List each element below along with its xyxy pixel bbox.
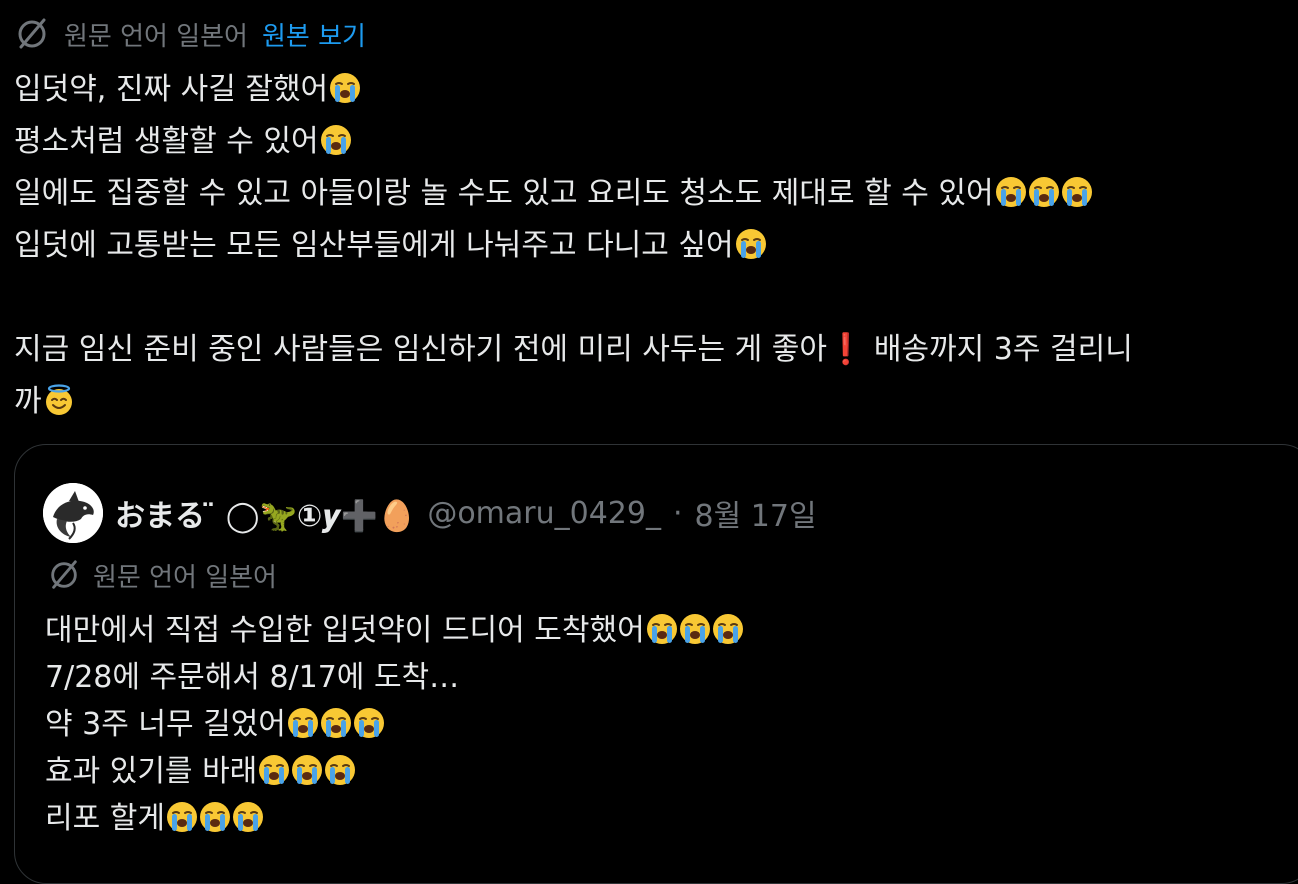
avatar[interactable]: [43, 483, 103, 543]
quoted-translation-label: 원문 언어 일본어: [93, 562, 277, 593]
loudly-crying-face-icon: [330, 73, 361, 103]
quoted-post-line-text: 7/28에 주문해서 8/17에 도착…: [45, 660, 460, 695]
loudly-crying-face-icon: [1061, 177, 1092, 207]
post-line-text: 입덧에 고통받는 모든 임산부들에게 나눠주고 다니고 싶어: [14, 228, 734, 263]
quoted-post[interactable]: おまる ̈ ◯🦖①𝒚➕🥚 @omaru_0429_ · 8월 17일 원문 언어…: [14, 444, 1298, 884]
dolphin-avatar-icon: [43, 483, 103, 543]
post-line-text: 입덧약, 진짜 사길 잘했어: [14, 72, 329, 107]
post-line-text: 지금 임신 준비 중인 사람들은 임신하기 전에 미리 사두는 게 좋아❗️ 배…: [14, 332, 1133, 367]
loudly-crying-face-icon: [292, 755, 323, 785]
loudly-crying-face-icon: [712, 614, 743, 644]
loudly-crying-face-icon: [1028, 177, 1059, 207]
translate-globe-icon: [51, 560, 77, 589]
quoted-post-header: おまる ̈ ◯🦖①𝒚➕🥚 @omaru_0429_ · 8월 17일: [43, 483, 817, 543]
quoted-post-line-text: 약 3주 너무 길었어: [45, 707, 286, 742]
loudly-crying-face-icon: [166, 802, 197, 832]
loudly-crying-face-icon: [325, 755, 356, 785]
loudly-crying-face-icon: [232, 802, 263, 832]
post-text: 입덧약, 진짜 사길 잘했어평소처럼 생활할 수 있어일에도 집중할 수 있고 …: [14, 64, 1289, 428]
quoted-translation-notice: 원문 언어 일본어: [47, 555, 277, 595]
loudly-crying-face-icon: [259, 755, 290, 785]
loudly-crying-face-icon: [646, 614, 677, 644]
loudly-crying-face-icon: [199, 802, 230, 832]
post-line-text: 까: [14, 384, 42, 419]
loudly-crying-face-icon: [735, 229, 766, 259]
quoted-post-line-text: 대만에서 직접 수입한 입덧약이 드디어 도착했어: [45, 613, 645, 648]
post-line: 입덧에 고통받는 모든 임산부들에게 나눠주고 다니고 싶어: [14, 220, 1289, 272]
translation-notice: 원문 언어 일본어 원본 보기: [14, 14, 366, 54]
post-line: 까: [14, 376, 1289, 428]
loudly-crying-face-icon: [353, 708, 384, 738]
quoted-author-handle[interactable]: @omaru_0429_: [427, 496, 661, 531]
translation-label: 원문 언어 일본어: [64, 21, 248, 52]
quoted-post-line: 효과 있기를 바래: [45, 748, 744, 795]
loudly-crying-face-icon: [320, 125, 351, 155]
post-line: 평소처럼 생활할 수 있어: [14, 116, 1289, 168]
loudly-crying-face-icon: [287, 708, 318, 738]
quoted-post-text: 대만에서 직접 수입한 입덧약이 드디어 도착했어 7/28에 주문해서 8/17…: [45, 607, 744, 842]
smiling-face-with-halo-icon: [45, 384, 72, 415]
quoted-post-line: 대만에서 직접 수입한 입덧약이 드디어 도착했어: [45, 607, 744, 654]
quoted-post-date[interactable]: 8월 17일: [695, 491, 817, 535]
quoted-post-line: 약 3주 너무 길었어: [45, 701, 744, 748]
post-line-text: 일에도 집중할 수 있고 아들이랑 놀 수도 있고 요리도 청소도 제대로 할 …: [14, 176, 994, 211]
post-line: 일에도 집중할 수 있고 아들이랑 놀 수도 있고 요리도 청소도 제대로 할 …: [14, 168, 1289, 220]
show-original-link[interactable]: 원본 보기: [262, 16, 366, 53]
post-line: 입덧약, 진짜 사길 잘했어: [14, 64, 1289, 116]
post-line: [14, 272, 1289, 324]
meta-separator: ·: [673, 495, 683, 531]
post-line: 지금 임신 준비 중인 사람들은 임신하기 전에 미리 사두는 게 좋아❗️ 배…: [14, 324, 1289, 376]
post-line-text: 평소처럼 생활할 수 있어: [14, 124, 319, 159]
loudly-crying-face-icon: [679, 614, 710, 644]
quoted-post-line: 리포 할게: [45, 795, 744, 842]
quoted-post-line-text: 리포 할게: [45, 801, 165, 836]
quoted-author-name[interactable]: おまる ̈ ◯🦖①𝒚➕🥚: [115, 491, 415, 535]
quoted-post-line: 7/28에 주문해서 8/17에 도착…: [45, 654, 744, 701]
loudly-crying-face-icon: [320, 708, 351, 738]
quoted-post-line-text: 효과 있기를 바래: [45, 754, 258, 789]
translate-globe-icon: [18, 18, 46, 49]
loudly-crying-face-icon: [995, 177, 1026, 207]
